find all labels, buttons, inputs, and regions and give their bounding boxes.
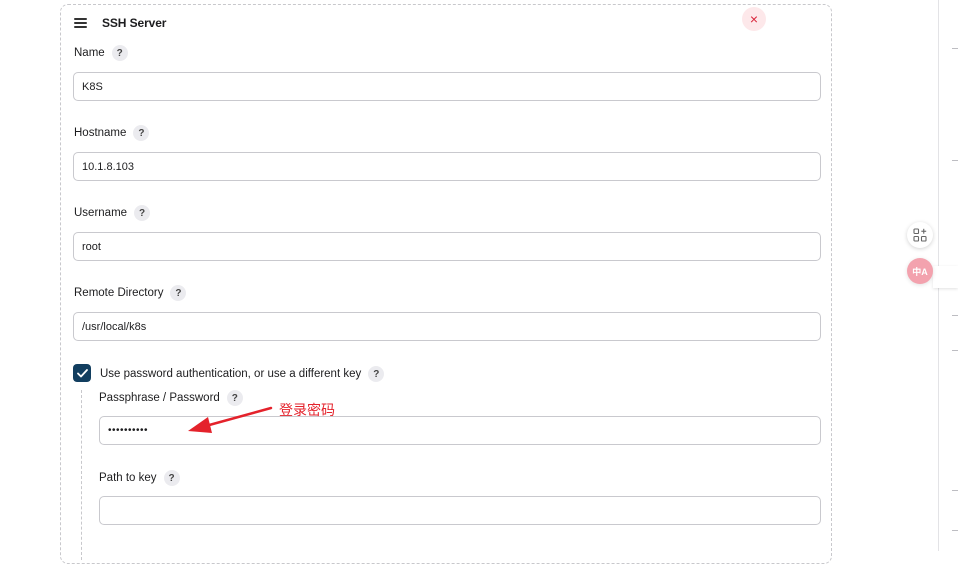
translate-button[interactable]: 中A xyxy=(907,258,933,284)
edge-mark xyxy=(952,48,958,49)
name-label-row: Name ? xyxy=(74,45,128,61)
name-label: Name xyxy=(74,47,105,59)
use-password-auth-checkbox[interactable] xyxy=(73,364,91,382)
hostname-label: Hostname xyxy=(74,127,127,139)
use-password-auth-row: Use password authentication, or use a di… xyxy=(100,366,385,382)
help-icon[interactable]: ? xyxy=(134,205,151,221)
translate-icon: 中A xyxy=(912,266,928,277)
nested-section-divider xyxy=(81,390,82,560)
username-label-row: Username ? xyxy=(74,205,151,221)
checkmark-icon xyxy=(76,368,88,377)
apps-tool-button[interactable] xyxy=(907,222,933,248)
drag-handle-icon[interactable] xyxy=(74,18,87,28)
floating-tab xyxy=(933,266,958,288)
annotation-arrow-icon xyxy=(188,406,273,433)
card-header: SSH Server xyxy=(74,13,166,33)
close-button[interactable]: × xyxy=(742,7,766,31)
name-input[interactable]: K8S xyxy=(73,72,821,101)
username-input[interactable]: root xyxy=(73,232,821,261)
remote-directory-label: Remote Directory xyxy=(74,287,164,299)
help-icon[interactable]: ? xyxy=(170,285,187,301)
remote-directory-label-row: Remote Directory ? xyxy=(74,285,187,301)
path-to-key-label-row: Path to key ? xyxy=(99,470,180,486)
path-to-key-label: Path to key xyxy=(99,472,157,484)
help-icon[interactable]: ? xyxy=(133,125,150,141)
hostname-label-row: Hostname ? xyxy=(74,125,150,141)
section-title: SSH Server xyxy=(102,16,167,30)
hostname-input[interactable]: 10.1.8.103 xyxy=(73,152,821,181)
path-to-key-input[interactable] xyxy=(99,496,821,525)
grid-add-icon xyxy=(913,228,927,242)
edge-mark xyxy=(952,490,958,491)
edge-mark xyxy=(952,350,958,351)
remote-directory-input[interactable]: /usr/local/k8s xyxy=(73,312,821,341)
use-password-auth-label[interactable]: Use password authentication, or use a di… xyxy=(100,368,361,380)
username-label: Username xyxy=(74,207,128,219)
edge-mark xyxy=(952,160,958,161)
help-icon[interactable]: ? xyxy=(163,470,180,486)
help-icon[interactable]: ? xyxy=(111,45,128,61)
annotation-text: 登录密码 xyxy=(279,402,335,418)
edge-mark xyxy=(952,315,958,316)
edge-mark xyxy=(952,530,958,531)
help-icon[interactable]: ? xyxy=(368,366,385,382)
